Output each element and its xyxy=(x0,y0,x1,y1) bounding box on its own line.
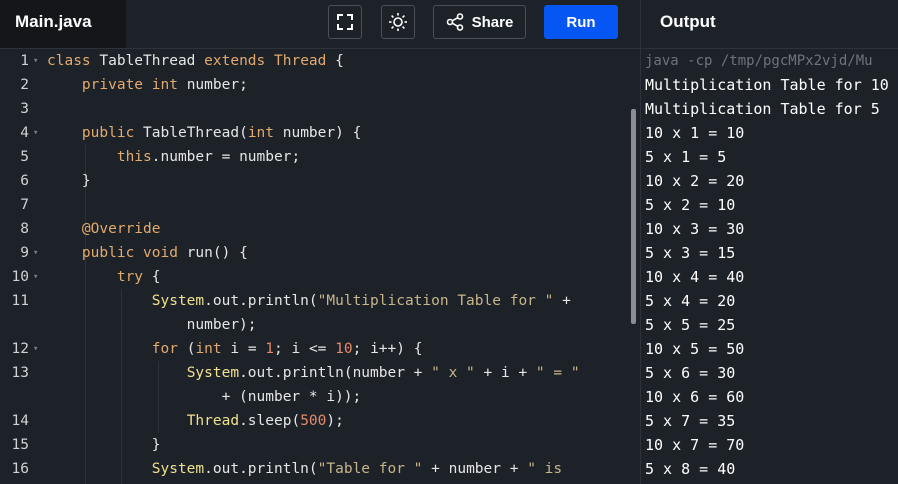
code-text: System.out.println("Multiplication Table… xyxy=(151,293,571,309)
line-number: 13 xyxy=(11,365,29,381)
fold-arrow-icon[interactable]: ▾ xyxy=(33,241,38,265)
top-bar: Main.java Share Run Output xyxy=(0,0,898,49)
code-line[interactable]: 1 ▾ class TableThread extends Thread { xyxy=(0,49,630,73)
code-text: public void run() { xyxy=(81,245,248,261)
code-line[interactable]: 6 } xyxy=(0,169,630,193)
code-text: private int number; xyxy=(81,77,248,93)
fold-arrow-icon[interactable]: ▾ xyxy=(33,337,38,361)
code-line[interactable]: 10 ▾ try { xyxy=(0,265,630,289)
line-number: 8 xyxy=(20,221,29,237)
output-line: 10 x 7 = 70 xyxy=(645,436,745,454)
code-text: public TableThread(int number) { xyxy=(81,125,362,141)
output-line: 5 x 3 = 15 xyxy=(645,244,736,262)
code-text: System.out.println(number + " x " + i + … xyxy=(186,365,580,381)
code-line[interactable]: 8 @Override xyxy=(0,217,630,241)
code-text: for (int i = 1; i <= 10; i++) { xyxy=(151,341,423,357)
code-line[interactable]: 4 ▾ public TableThread(int number) { xyxy=(0,121,630,145)
code-text: try { xyxy=(116,269,161,285)
code-line[interactable]: 5 this.number = number; xyxy=(0,145,630,169)
output-line: 5 x 4 = 20 xyxy=(645,292,736,310)
run-button[interactable]: Run xyxy=(544,5,618,39)
output-command: java -cp /tmp/pgcMPx2vjd/Mu xyxy=(645,53,873,69)
output-title: Output xyxy=(660,12,716,31)
code-editor[interactable]: 1 ▾ class TableThread extends Thread {2 pr… xyxy=(0,49,640,484)
code-text: } xyxy=(47,437,161,453)
output-line: 10 x 5 = 50 xyxy=(645,340,745,358)
output-line: 10 x 6 = 60 xyxy=(645,388,745,406)
theme-icon xyxy=(389,13,407,31)
line-number: 14 xyxy=(11,413,29,429)
share-label: Share xyxy=(471,13,514,31)
fullscreen-icon xyxy=(337,14,353,30)
output-panel: java -cp /tmp/pgcMPx2vjd/Mu Multiplicati… xyxy=(641,49,898,484)
code-text: } xyxy=(47,173,91,189)
code-text: number); xyxy=(47,317,257,333)
fold-arrow-icon[interactable]: ▾ xyxy=(33,121,38,145)
line-number: 2 xyxy=(20,77,29,93)
line-number: 9 xyxy=(20,245,29,261)
fullscreen-button[interactable] xyxy=(328,5,362,39)
code-line[interactable]: 12 ▾ for (int i = 1; i <= 10; i++) { xyxy=(0,337,630,361)
line-number: 3 xyxy=(20,101,29,117)
code-line[interactable]: 7 xyxy=(0,193,630,217)
code-line[interactable]: 3 xyxy=(0,97,630,121)
line-number: 10 xyxy=(11,269,29,285)
line-number: 4 xyxy=(20,125,29,141)
file-tab[interactable]: Main.java xyxy=(0,0,126,48)
editor-scrollbar[interactable] xyxy=(631,109,636,324)
output-line: 5 x 1 = 5 xyxy=(645,148,727,166)
code-line[interactable]: 13 System.out.println(number + " x " + i… xyxy=(0,361,630,385)
output-line: 5 x 6 = 30 xyxy=(645,364,736,382)
code-text: @Override xyxy=(81,221,161,237)
share-button[interactable]: Share xyxy=(433,5,526,39)
code-text: Thread.sleep(500); xyxy=(186,413,344,429)
line-number: 12 xyxy=(11,341,29,357)
code-line[interactable]: + (number * i)); xyxy=(0,385,630,409)
output-line: Multiplication Table for 5 xyxy=(645,100,880,118)
code-text: this.number = number; xyxy=(116,149,301,165)
line-number: 16 xyxy=(11,461,29,477)
line-number: 6 xyxy=(20,173,29,189)
share-icon xyxy=(446,13,463,31)
output-line: 5 x 5 = 25 xyxy=(645,316,736,334)
code-line[interactable]: 14 Thread.sleep(500); xyxy=(0,409,630,433)
output-line: 5 x 2 = 10 xyxy=(645,196,736,214)
line-number: 11 xyxy=(11,293,29,309)
code-text: System.out.println("Table for " + number… xyxy=(151,461,563,477)
line-number: 5 xyxy=(20,149,29,165)
output-line: Multiplication Table for 10 xyxy=(645,76,889,94)
line-number: 7 xyxy=(20,197,29,213)
line-number: 15 xyxy=(11,437,29,453)
code-line[interactable]: 2 private int number; xyxy=(0,73,630,97)
code-line[interactable]: number); xyxy=(0,313,630,337)
output-line: 5 x 8 = 40 xyxy=(645,460,736,478)
theme-toggle-button[interactable] xyxy=(381,5,415,39)
line-number: 1 xyxy=(20,53,29,69)
code-line[interactable]: 11 System.out.println("Multiplication Ta… xyxy=(0,289,630,313)
output-line: 10 x 3 = 30 xyxy=(645,220,745,238)
code-line[interactable]: 15 } xyxy=(0,433,630,457)
output-line: 10 x 4 = 40 xyxy=(645,268,745,286)
code-text: class TableThread extends Thread { xyxy=(47,53,344,69)
code-line[interactable]: 16 System.out.println("Table for " + num… xyxy=(0,457,630,481)
output-line: 5 x 7 = 35 xyxy=(645,412,736,430)
output-line: 10 x 1 = 10 xyxy=(645,124,745,142)
output-line: 10 x 2 = 20 xyxy=(645,172,745,190)
code-text: + (number * i)); xyxy=(47,389,362,405)
code-line[interactable]: 9 ▾ public void run() { xyxy=(0,241,630,265)
fold-arrow-icon[interactable]: ▾ xyxy=(33,265,38,289)
fold-arrow-icon[interactable]: ▾ xyxy=(33,49,38,73)
